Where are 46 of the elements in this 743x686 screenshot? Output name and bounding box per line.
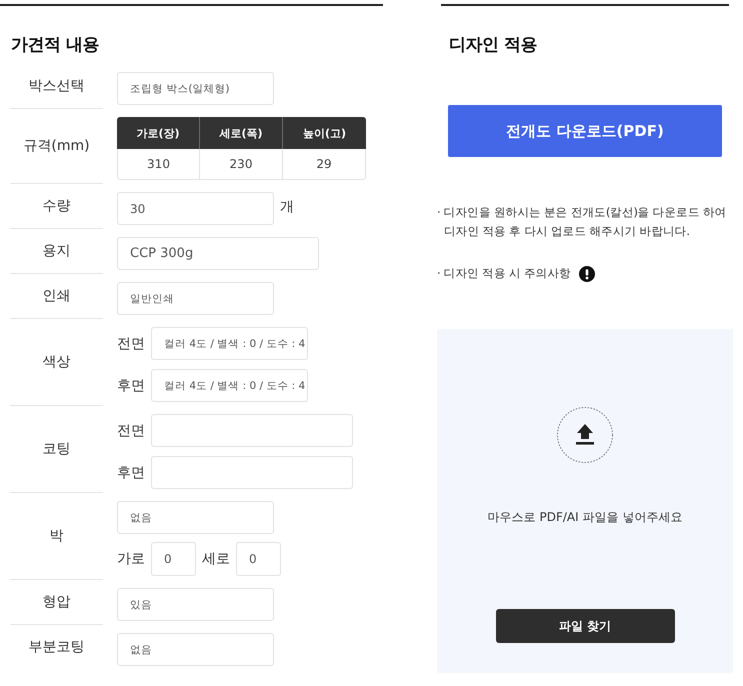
side-label: 전면	[117, 334, 146, 352]
upload-icon	[557, 407, 613, 463]
input-field[interactable]: 0	[151, 542, 196, 576]
download-button[interactable]: 전개도 다운로드(PDF)	[448, 105, 722, 157]
table-cell: 230	[200, 149, 283, 180]
dimension-label: 세로	[202, 550, 231, 568]
row-label: 용지	[42, 242, 70, 260]
input-field[interactable]: 일반인쇄	[117, 282, 274, 315]
row-label: 박	[50, 527, 64, 545]
note-text: · 디자인 적용 시 주의사항	[437, 265, 571, 282]
input-field[interactable]: 컬러 4도 / 별색 : 0 / 도수 : 4	[151, 327, 308, 360]
input-field[interactable]: 없음	[117, 501, 274, 534]
row-label: 색상	[42, 353, 70, 371]
input-field[interactable]	[151, 414, 353, 447]
dimension-label: 가로	[117, 550, 146, 568]
dropzone-hint: 마우스로 PDF/AI 파일을 넣어주세요	[488, 509, 682, 526]
upload-dropzone[interactable]: 마우스로 PDF/AI 파일을 넣어주세요 파일 찾기	[437, 329, 733, 673]
note-text: · 디자인을 원하시는 분은 전개도(칼선)을 다운로드 하여 디자인 적용 후 다시 업로드 해주시기 바랍니다.	[437, 204, 728, 240]
table-cell: 29	[283, 149, 366, 180]
column-header: 높이(고)	[283, 117, 366, 149]
unit-label: 개	[280, 198, 294, 216]
row-label: 인쇄	[42, 287, 70, 305]
table-cell: 310	[117, 149, 200, 180]
row-label: 형압	[42, 593, 70, 611]
section-title: 디자인 적용	[449, 34, 537, 57]
row-label: 수량	[42, 197, 70, 215]
row-label: 부분코팅	[28, 638, 84, 656]
row-label: 코팅	[42, 440, 70, 458]
input-field[interactable]	[151, 456, 353, 489]
section-title: 가견적 내용	[11, 34, 99, 57]
side-label: 후면	[117, 464, 146, 482]
row-label: 규격(mm)	[23, 137, 90, 155]
browse-button[interactable]: 파일 찾기	[496, 609, 674, 643]
column-header: 가로(장)	[117, 117, 200, 149]
input-field[interactable]: 있음	[117, 588, 274, 621]
input-field[interactable]: 조립형 박스(일체형)	[117, 72, 274, 105]
side-label: 후면	[117, 376, 146, 394]
input-field[interactable]: CCP 300g	[117, 237, 319, 270]
input-field[interactable]: 없음	[117, 633, 274, 666]
input-field[interactable]: 30	[117, 192, 274, 225]
input-field[interactable]: 0	[236, 542, 281, 576]
alert-icon	[578, 266, 595, 282]
row-label: 박스선택	[28, 77, 84, 95]
column-header: 세로(폭)	[200, 117, 283, 149]
side-label: 전면	[117, 422, 146, 440]
input-field[interactable]: 컬러 4도 / 별색 : 0 / 도수 : 4	[151, 369, 308, 402]
